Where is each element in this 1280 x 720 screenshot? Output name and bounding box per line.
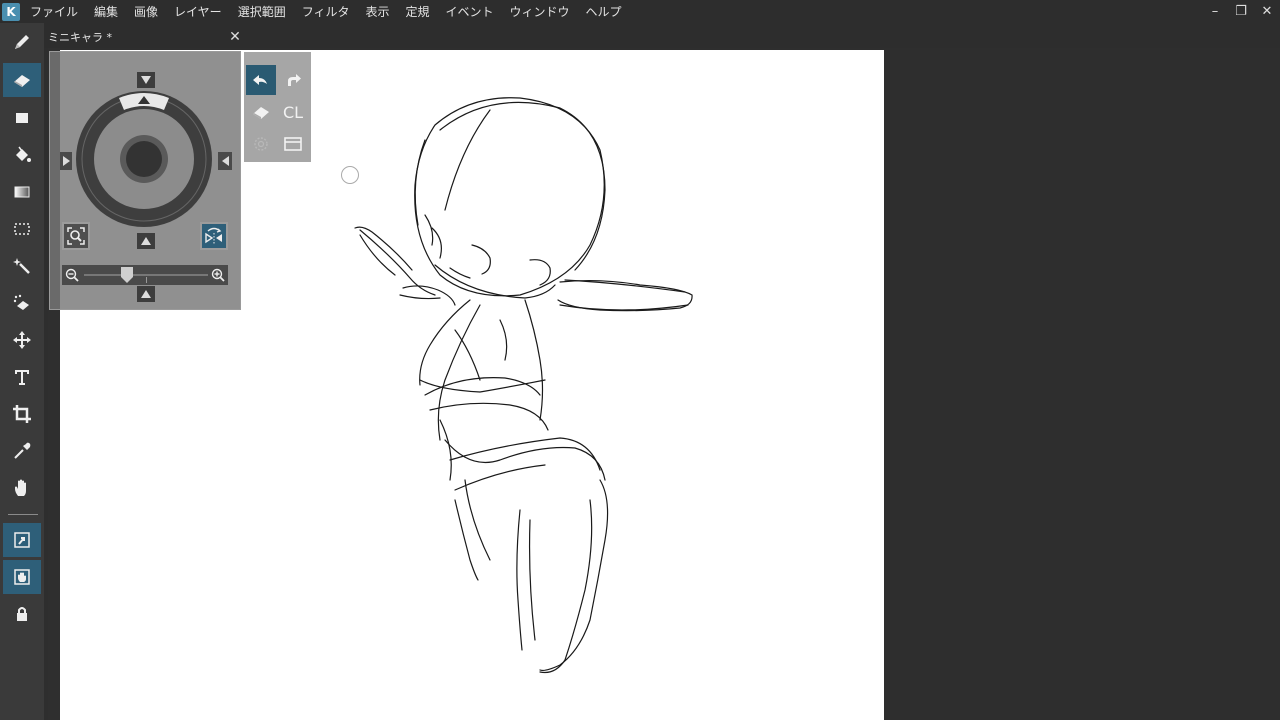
window-controls: – ❐ ✕ [1202,0,1280,23]
menubar: K ファイル 編集 画像 レイヤー 選択範囲 フィルタ 表示 定規 イベント ウ… [0,0,1280,23]
eraser-tool[interactable] [3,63,41,97]
quick-action-panel: CL [244,52,311,162]
layer-move-toggle[interactable] [3,523,41,557]
hand-icon [15,479,26,496]
menu-view[interactable]: 表示 [357,0,397,23]
menu-filter[interactable]: フィルタ [294,0,358,23]
undo-icon [253,75,267,85]
move-icon [13,331,31,349]
zoom-slider-thumb[interactable] [121,267,134,283]
select-eraser-tool[interactable] [3,286,41,320]
flip-horizontal-button[interactable] [200,222,228,250]
layer-move-icon [14,532,30,548]
app-logo-icon: K [2,2,20,21]
eraser-icon [253,107,269,119]
eyedropper-icon [14,442,31,459]
menu-edit[interactable]: 編集 [86,0,126,23]
triangle-right-icon [62,156,70,166]
undo-button[interactable] [246,65,276,95]
text-tool[interactable] [3,360,41,394]
nav-rotate-up-button[interactable] [137,72,155,88]
lock-icon [17,607,27,621]
zoom-slider[interactable] [62,265,228,285]
menu-layer[interactable]: レイヤー [166,0,230,23]
select-eraser-icon [13,294,29,310]
zoom-out-icon[interactable] [64,267,80,283]
brush-cursor [341,166,359,184]
quick-eraser-button[interactable] [246,97,276,127]
window-icon [284,137,302,151]
hand-tool[interactable] [3,471,41,505]
menu-help[interactable]: ヘルプ [578,0,630,23]
zoom-in-icon[interactable] [210,267,226,283]
selection-tool[interactable] [3,212,41,246]
gradient-icon [14,186,30,198]
tool-palette [0,23,44,720]
pen-tool[interactable] [3,25,41,59]
document-tab[interactable]: ミニキャラ * ✕ [44,26,246,48]
nav-rotate-reset-button[interactable] [137,233,155,249]
menu-event[interactable]: イベント [438,0,502,23]
settings-icon [254,137,268,151]
menu-selection[interactable]: 選択範囲 [230,0,294,23]
nav-collapse-button[interactable] [137,286,155,302]
fill-tool[interactable] [3,138,41,172]
quick-settings-button[interactable] [246,129,276,159]
menu-file[interactable]: ファイル [22,0,86,23]
gradient-tool[interactable] [3,175,41,209]
move-tool[interactable] [3,323,41,357]
paint-bucket-icon [16,146,31,162]
tab-close-icon[interactable]: ✕ [224,26,246,48]
flip-icon [205,227,222,244]
triangle-down-icon [141,76,151,84]
pen-icon [15,35,29,49]
close-window-button[interactable]: ✕ [1254,0,1280,23]
menu-window[interactable]: ウィンドウ [502,0,578,23]
app-logo: K [0,1,22,23]
layer-hand-toggle[interactable] [3,560,41,594]
rotation-wheel[interactable] [74,88,214,230]
zoom-slider-track [84,274,208,276]
eraser-icon [14,75,30,87]
rectangle-icon [16,113,28,123]
magic-wand-icon [13,258,30,274]
text-icon [15,370,29,385]
minimize-button[interactable]: – [1202,0,1228,23]
menu-image[interactable]: 画像 [126,0,166,23]
toolbar-divider [8,514,38,515]
layer-hand-icon [14,569,30,585]
crop-tool[interactable] [3,397,41,431]
triangle-up-icon [141,237,151,245]
window-toggle-button[interactable] [278,129,308,159]
crop-icon [13,405,31,423]
zoom-fit-icon [67,227,85,245]
document-tab-title: ミニキャラ * [48,31,112,44]
zoom-slider-tick [146,277,147,283]
marquee-icon [14,223,30,235]
rectangle-tool[interactable] [3,101,41,135]
triangle-up-icon [141,290,151,298]
eyedropper-tool[interactable] [3,434,41,468]
clear-label: CL [282,102,304,122]
lock-tool[interactable] [3,597,41,631]
clear-layer-button[interactable]: CL [278,97,308,127]
zoom-fit-button[interactable] [62,222,90,250]
redo-button[interactable] [278,65,308,95]
redo-icon [288,74,301,86]
magic-wand-tool[interactable] [3,249,41,283]
nav-rotate-left-button[interactable] [60,152,72,170]
restore-button[interactable]: ❐ [1228,0,1254,23]
triangle-left-icon [221,156,229,166]
navigator-panel [49,51,241,310]
menu-ruler[interactable]: 定規 [397,0,437,23]
nav-rotate-right-button[interactable] [218,152,232,170]
